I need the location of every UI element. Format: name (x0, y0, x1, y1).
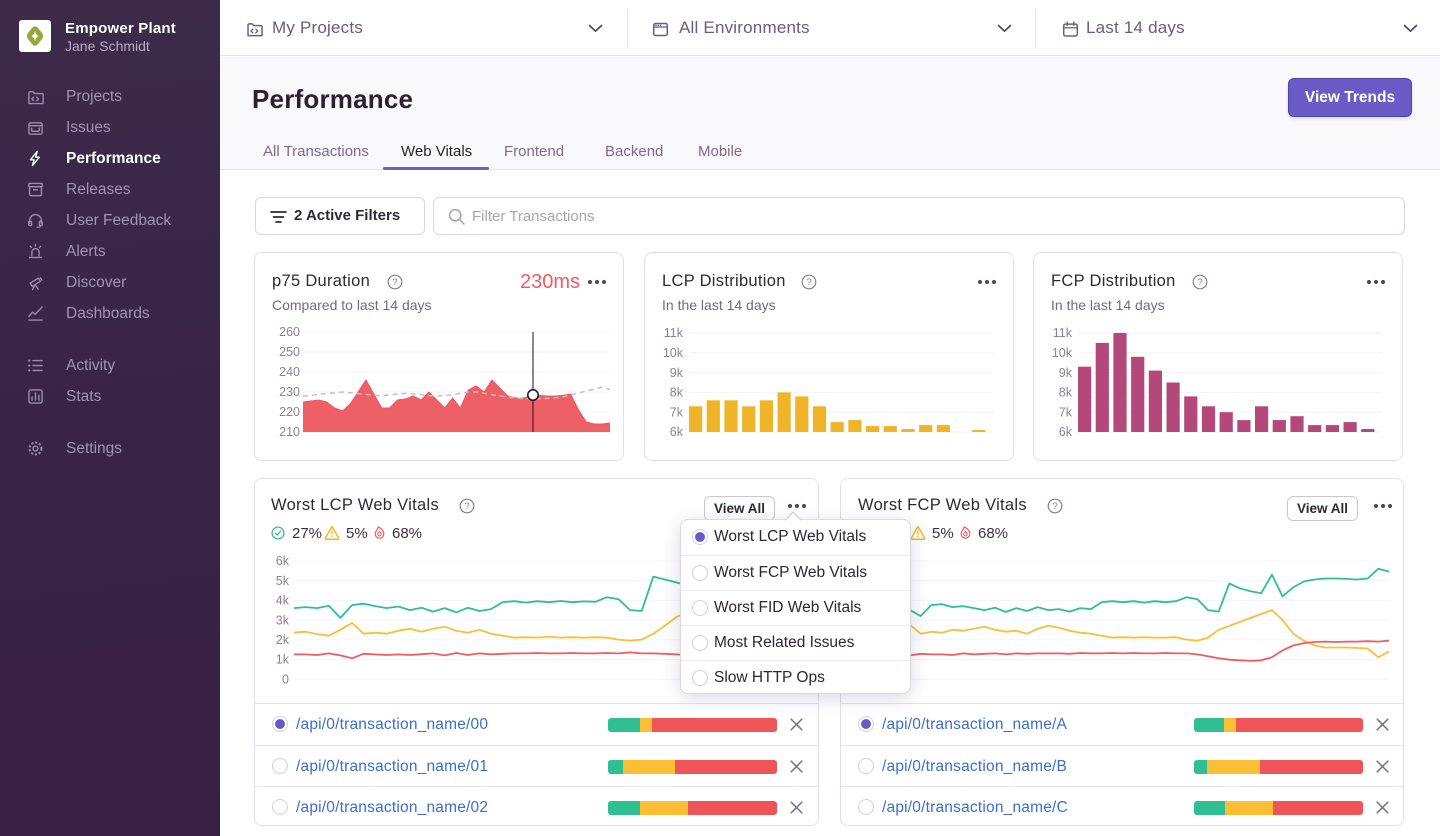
svg-text:0: 0 (282, 672, 289, 686)
svg-text:11k: 11k (664, 326, 684, 340)
svg-text:?: ? (1197, 277, 1202, 288)
svg-text:5k: 5k (276, 574, 290, 588)
svg-text:?: ? (806, 277, 811, 288)
svg-text:10k: 10k (663, 346, 684, 360)
svg-text:?: ? (392, 277, 397, 288)
svg-text:6k: 6k (1059, 425, 1073, 439)
svg-text:250: 250 (279, 345, 300, 359)
svg-text:9k: 9k (670, 366, 684, 380)
svg-text:7k: 7k (1059, 405, 1073, 419)
svg-text:260: 260 (279, 325, 300, 339)
svg-text:2k: 2k (276, 633, 290, 647)
svg-text:210: 210 (279, 425, 300, 439)
svg-text:?: ? (1052, 501, 1057, 512)
svg-text:4k: 4k (276, 594, 290, 608)
svg-text:8k: 8k (670, 386, 684, 400)
svg-text:1k: 1k (276, 653, 290, 667)
svg-text:7k: 7k (670, 405, 684, 419)
svg-text:?: ? (464, 501, 469, 512)
svg-text:3k: 3k (276, 613, 290, 627)
svg-text:10k: 10k (1052, 346, 1073, 360)
svg-text:8k: 8k (1059, 386, 1073, 400)
svg-text:240: 240 (279, 365, 300, 379)
svg-text:220: 220 (279, 405, 300, 419)
svg-text:9k: 9k (1059, 366, 1073, 380)
svg-text:6k: 6k (276, 554, 290, 568)
svg-text:230: 230 (279, 385, 300, 399)
svg-text:11k: 11k (1053, 326, 1073, 340)
svg-text:6k: 6k (670, 425, 684, 439)
